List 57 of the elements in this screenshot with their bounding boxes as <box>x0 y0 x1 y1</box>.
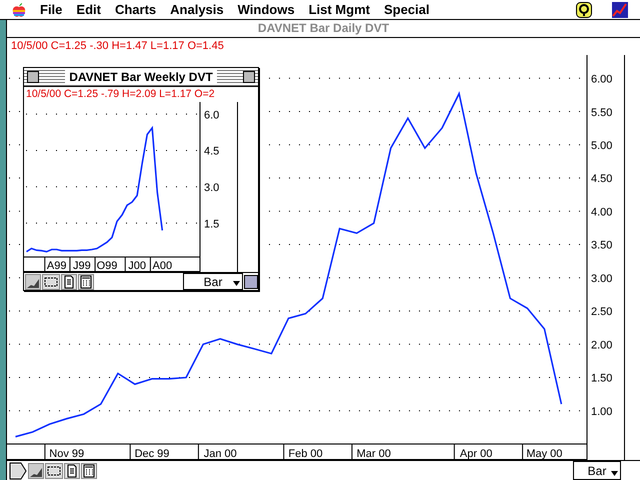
axis-label: J00 <box>128 260 146 272</box>
axis-label: 6.0 <box>204 109 220 122</box>
document-icon[interactable] <box>61 274 77 290</box>
axis-label: O99 <box>96 260 118 272</box>
zoom-box[interactable] <box>242 71 255 83</box>
resize-grip[interactable] <box>244 274 258 288</box>
axis-label: Nov 99 <box>49 448 84 460</box>
calculator-icon[interactable] <box>78 274 94 290</box>
axis-label: 2.00 <box>591 339 612 352</box>
axis-label: May 00 <box>526 448 562 460</box>
axis-label: 4.00 <box>591 206 612 218</box>
close-box[interactable] <box>27 71 39 83</box>
axis-label: 1.5 <box>204 218 220 230</box>
axis-label: 4.50 <box>591 173 612 186</box>
axis-label: 1.50 <box>591 372 612 385</box>
axis-label: A99 <box>46 260 66 272</box>
axis-label: 4.5 <box>204 146 220 158</box>
axis-label: 5.00 <box>591 140 612 152</box>
axis-label: 1.00 <box>591 406 612 418</box>
axis-label: 3.0 <box>204 182 220 194</box>
axis-label: 3.50 <box>591 240 612 252</box>
area-chart-icon[interactable] <box>28 462 44 478</box>
window-title: DAVNET Bar Weekly DVT <box>65 70 217 84</box>
area-chart-icon[interactable] <box>25 274 41 290</box>
axis-label: Dec 99 <box>134 448 170 460</box>
axis-label: 2.50 <box>591 306 612 318</box>
quote-line: 10/5/00 C=1.25 -.30 H=1.47 L=1.17 O=1.45 <box>11 40 224 52</box>
axis-label: Apr 00 <box>460 448 492 460</box>
axis-label: A00 <box>152 260 172 272</box>
menu-item[interactable]: List Mgmt <box>308 2 370 17</box>
help-icon[interactable] <box>576 2 592 18</box>
axis-label: Feb 00 <box>288 448 323 460</box>
menu-item[interactable]: Edit <box>76 2 101 17</box>
menu-item[interactable]: Analysis <box>170 2 224 17</box>
menu-item[interactable]: Charts <box>114 2 156 17</box>
window-title: DAVNET Bar Daily DVT <box>7 20 640 38</box>
axis-label: 5.50 <box>591 106 612 119</box>
apple-icon[interactable] <box>12 2 26 18</box>
document-icon[interactable] <box>64 462 80 478</box>
dashed-rectangle-icon[interactable] <box>42 274 60 290</box>
axis-label: 3.00 <box>591 273 612 285</box>
tab-handle-icon[interactable] <box>9 462 27 480</box>
axis-label: Jan 00 <box>204 448 237 460</box>
axis-label: J99 <box>72 260 91 272</box>
chart-app-icon[interactable] <box>612 2 628 18</box>
caret-icon <box>233 281 240 286</box>
quote-line: 10/5/00 C=1.25 -.79 H=2.09 L=1.17 O=2 <box>26 88 215 100</box>
caret-icon <box>611 471 618 476</box>
axis-label: Mar 00 <box>356 448 391 460</box>
calculator-icon[interactable] <box>81 462 97 478</box>
chart-type-dropdown[interactable]: Bar <box>573 461 621 480</box>
menu-item[interactable]: File <box>40 2 62 17</box>
axis-label: 6.00 <box>591 74 612 86</box>
chart-type-dropdown[interactable]: Bar <box>183 273 243 290</box>
menu-item[interactable]: Windows <box>238 2 295 17</box>
menu-item[interactable]: Special <box>384 2 430 17</box>
dashed-rectangle-icon[interactable] <box>45 462 63 478</box>
